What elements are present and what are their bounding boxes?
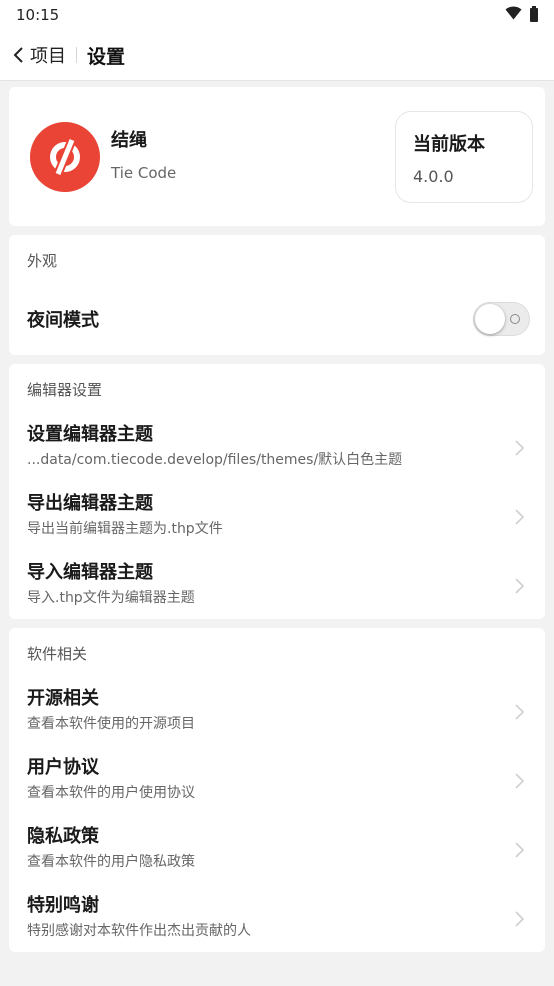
wifi-icon (505, 6, 522, 24)
app-subtitle: Tie Code (111, 163, 177, 182)
row-subtitle: 查看本软件的用户隐私政策 (27, 854, 195, 870)
settings-content: 结绳 Tie Code 当前版本 4.0.0 外观 夜间模式 编辑器设置 设置编… (0, 81, 554, 952)
row-subtitle: ...data/com.tiecode.develop/files/themes… (27, 452, 403, 468)
app-info-card: 结绳 Tie Code 当前版本 4.0.0 (9, 87, 545, 226)
night-mode-switch[interactable] (473, 302, 530, 336)
tiecode-logo-icon (30, 121, 100, 192)
section-header-software: 软件相关 (27, 645, 88, 663)
status-time: 10:15 (16, 6, 60, 24)
chevron-right-icon (514, 771, 526, 791)
software-card: 软件相关 开源相关 查看本软件使用的开源项目 用户协议 查看本软件的用户使用协议… (9, 628, 545, 952)
chevron-right-icon (514, 507, 526, 527)
row-title: 用户协议 (27, 757, 99, 778)
version-value: 4.0.0 (413, 167, 454, 186)
night-mode-label: 夜间模式 (27, 310, 99, 331)
page-title: 设置 (87, 45, 126, 68)
row-title: 隐私政策 (27, 826, 99, 847)
user-agreement-row[interactable]: 用户协议 查看本软件的用户使用协议 (9, 745, 545, 814)
app-text: 结绳 Tie Code (111, 126, 176, 182)
battery-icon (530, 6, 538, 22)
row-title: 特别鸣谢 (27, 895, 99, 916)
back-button[interactable]: 项目 (12, 42, 66, 68)
chevron-left-icon (12, 45, 26, 65)
appearance-card: 外观 夜间模式 (9, 235, 545, 355)
appbar-divider (76, 47, 77, 63)
special-thanks-row[interactable]: 特别鸣谢 特别感谢对本软件作出杰出贡献的人 (9, 883, 545, 952)
row-subtitle: 导入.thp文件为编辑器主题 (27, 590, 195, 606)
import-editor-theme-row[interactable]: 导入编辑器主题 导入.thp文件为编辑器主题 (9, 550, 545, 619)
version-label: 当前版本 (413, 134, 485, 155)
set-editor-theme-row[interactable]: 设置编辑器主题 ...data/com.tiecode.develop/file… (9, 412, 545, 481)
switch-knob (475, 304, 505, 334)
app-bar: 项目 设置 (0, 30, 554, 81)
editor-settings-card: 编辑器设置 设置编辑器主题 ...data/com.tiecode.develo… (9, 364, 545, 619)
switch-off-icon (510, 314, 520, 324)
back-label: 项目 (30, 46, 66, 67)
row-title: 开源相关 (27, 688, 99, 709)
version-box[interactable]: 当前版本 4.0.0 (395, 111, 533, 203)
section-header-editor: 编辑器设置 (27, 381, 103, 399)
row-subtitle: 特别感谢对本软件作出杰出贡献的人 (27, 923, 251, 939)
status-icons (505, 6, 538, 24)
row-subtitle: 查看本软件的用户使用协议 (27, 785, 195, 801)
row-title: 导入编辑器主题 (27, 562, 153, 583)
privacy-policy-row[interactable]: 隐私政策 查看本软件的用户隐私政策 (9, 814, 545, 883)
status-bar: 10:15 (0, 0, 554, 30)
chevron-right-icon (514, 909, 526, 929)
chevron-right-icon (514, 840, 526, 860)
night-mode-row[interactable]: 夜间模式 (9, 283, 545, 355)
chevron-right-icon (514, 702, 526, 722)
row-subtitle: 导出当前编辑器主题为.thp文件 (27, 521, 223, 537)
app-name: 结绳 (111, 129, 147, 151)
section-header-appearance: 外观 (27, 252, 58, 270)
open-source-row[interactable]: 开源相关 查看本软件使用的开源项目 (9, 676, 545, 745)
row-title: 导出编辑器主题 (27, 493, 153, 514)
export-editor-theme-row[interactable]: 导出编辑器主题 导出当前编辑器主题为.thp文件 (9, 481, 545, 550)
chevron-right-icon (514, 576, 526, 596)
row-title: 设置编辑器主题 (27, 424, 153, 445)
row-subtitle: 查看本软件使用的开源项目 (27, 716, 195, 732)
chevron-right-icon (514, 438, 526, 458)
